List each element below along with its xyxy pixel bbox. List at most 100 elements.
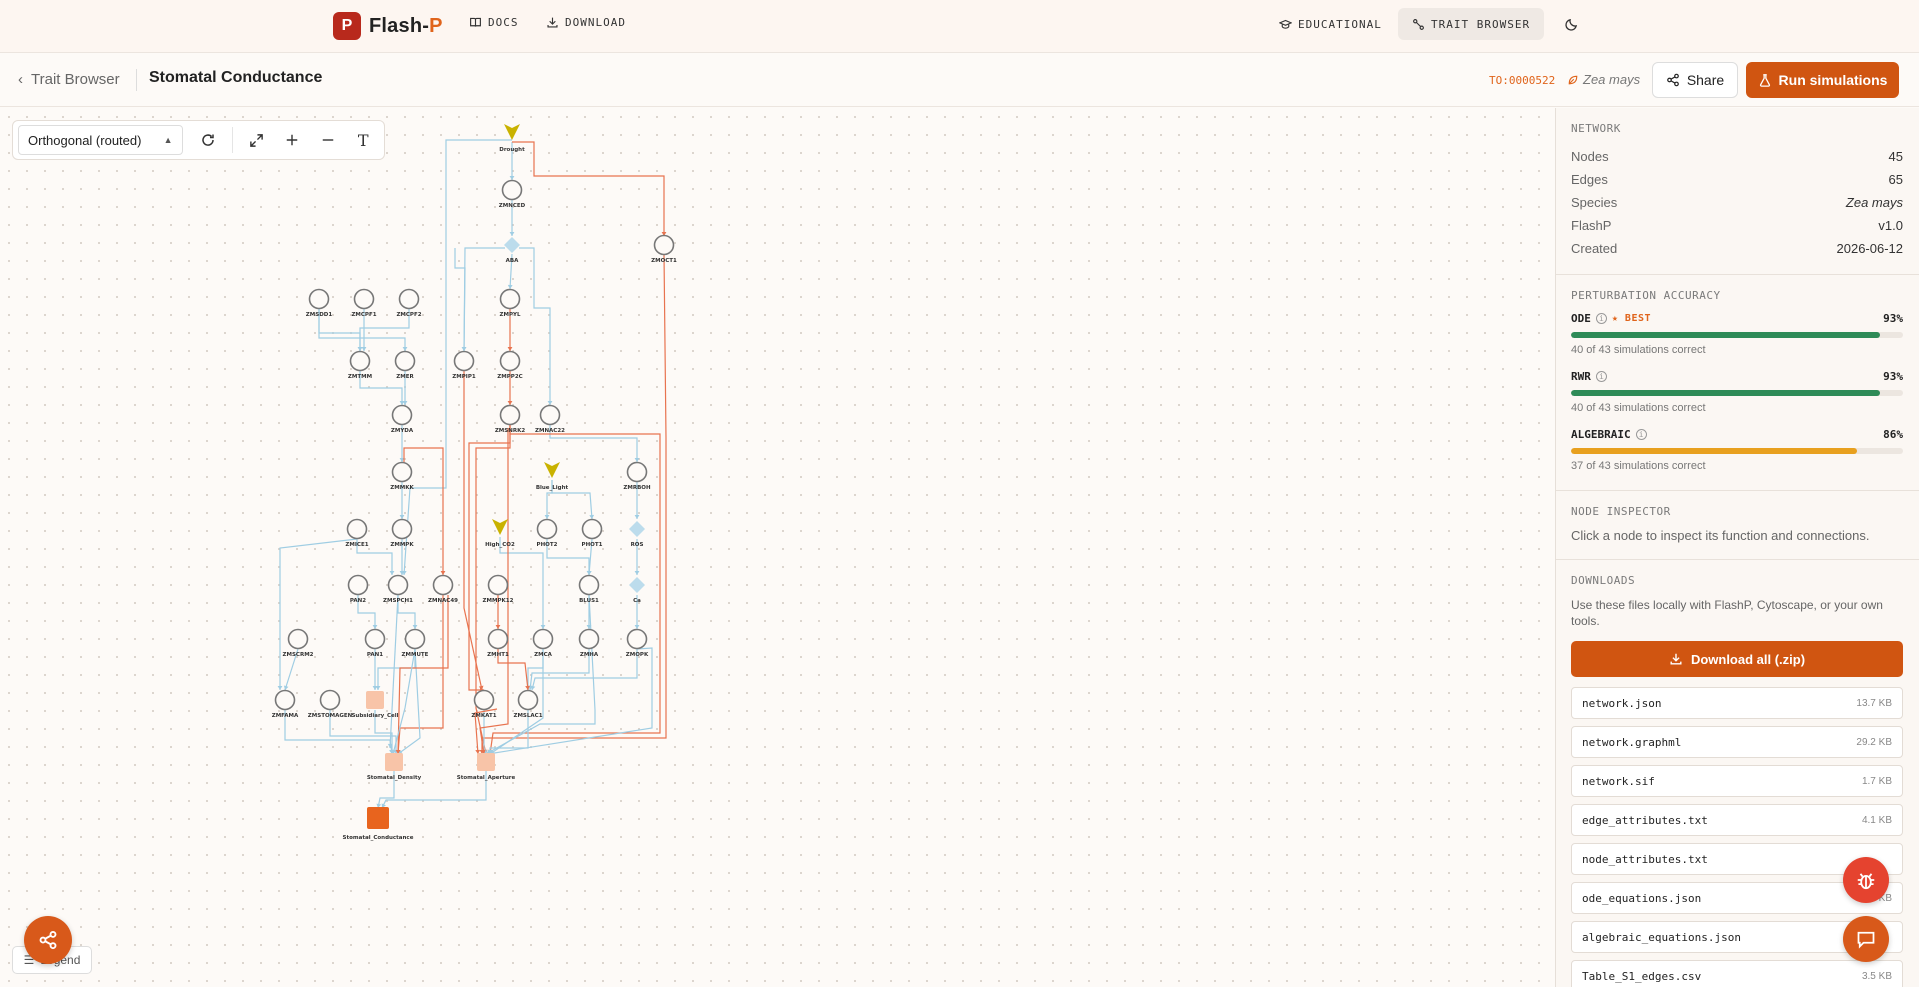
node-shape-gene[interactable] [487,574,509,596]
node-shape-gene[interactable] [499,350,521,372]
report-bug-button[interactable] [1843,857,1889,903]
info-icon[interactable]: i [1635,429,1647,440]
graph-node[interactable]: ZMFAMA [272,689,299,720]
node-shape-gene[interactable] [532,628,554,650]
node-shape-gene[interactable] [364,628,386,650]
nav-trait-browser[interactable]: TRAIT BROWSER [1398,8,1545,40]
node-shape-gene[interactable] [391,461,413,483]
graph-node[interactable]: ZMOPK [626,628,649,659]
graph-node[interactable]: ZMSNRK2 [495,404,526,435]
node-shape-gene[interactable] [517,689,539,711]
node-shape-gene[interactable] [501,179,523,201]
run-simulations-button[interactable]: Run simulations [1746,62,1899,98]
graph-node[interactable]: ZMSDD1 [306,288,333,319]
floating-share-button[interactable] [24,916,72,964]
node-shape-gene[interactable] [347,574,369,596]
graph-node[interactable]: High_CO2 [485,519,515,548]
node-shape-gene[interactable] [499,404,521,426]
graph-node[interactable]: ZMKAT1 [471,689,497,720]
graph-node[interactable]: ZMMPK12 [483,574,514,605]
download-file-item[interactable]: Table_S1_edges.csv 3.5 KB [1571,960,1903,987]
graph-node[interactable]: Stomatal_Conductance [343,807,414,841]
graph-node[interactable]: ZMHT1 [487,628,509,659]
graph-node[interactable]: ZMSLAC1 [513,689,543,720]
graph-node[interactable]: Drought [499,124,525,153]
node-shape-gene[interactable] [353,288,375,310]
graph-node[interactable]: ZMPYL [499,288,521,319]
graph-node[interactable]: ZMCA [532,628,554,659]
node-shape-metabolite[interactable] [629,577,645,593]
trait-id[interactable]: TO:0000522 [1489,74,1555,87]
graph-node[interactable]: ZMICE1 [345,518,369,549]
graph-node[interactable]: ZMYDA [391,404,414,435]
node-shape-gene[interactable] [473,689,495,711]
node-shape-gene[interactable] [581,518,603,540]
graph-node[interactable]: ZMER [394,350,416,381]
node-shape-gene[interactable] [453,350,475,372]
download-all-button[interactable]: Download all (.zip) [1571,641,1903,677]
node-shape-gene[interactable] [394,350,416,372]
graph-node[interactable]: Stomatal_Density [367,753,422,781]
node-shape-input[interactable] [544,462,560,478]
node-shape-gene[interactable] [274,689,296,711]
node-shape-gene[interactable] [578,628,600,650]
back-to-trait-browser[interactable]: ‹ Trait Browser [18,71,120,88]
graph-node[interactable]: ZMNAC49 [428,574,458,605]
layout-select[interactable]: Orthogonal (routed) ▲ [18,125,183,155]
graph-node[interactable]: Subsidiary_Cell [351,691,399,719]
refresh-layout-button[interactable] [193,125,225,155]
graph-node[interactable]: Ca [629,577,645,604]
graph-node[interactable]: ROS [629,521,645,548]
node-shape-phenotype[interactable] [385,753,403,771]
node-shape-gene[interactable] [487,628,509,650]
node-shape-input[interactable] [504,124,520,140]
graph-node[interactable]: ZMPIP1 [452,350,476,381]
graph-node[interactable]: ZMRBOH [623,461,651,492]
graph-node[interactable]: PHOT2 [537,518,558,549]
zoom-in-button[interactable] [276,125,308,155]
network-graph[interactable]: Drought ZMNCED ABA ZMOCT1 ZMSDD1 ZMCPF1 ZMCPF2… [0,108,1555,987]
node-shape-gene[interactable] [626,461,648,483]
graph-node[interactable]: ZMCPF1 [351,288,377,319]
graph-node[interactable]: PAN1 [364,628,386,659]
node-shape-input[interactable] [492,519,508,535]
node-shape-gene[interactable] [308,288,330,310]
download-file-item[interactable]: edge_attributes.txt 4.1 KB [1571,804,1903,836]
node-shape-gene[interactable] [287,628,309,650]
info-icon[interactable]: i [1595,371,1607,382]
nav-educational[interactable]: EDUCATIONAL [1265,8,1396,40]
nav-download[interactable]: DOWNLOAD [546,16,626,29]
node-shape-phenotype[interactable] [366,691,384,709]
download-file-item[interactable]: network.sif 1.7 KB [1571,765,1903,797]
nav-docs[interactable]: DOCS [469,16,519,29]
graph-node[interactable]: ZMSCRM2 [283,628,314,659]
node-shape-gene[interactable] [349,350,371,372]
node-shape-gene[interactable] [499,288,521,310]
theme-toggle[interactable] [1550,8,1593,40]
graph-node[interactable]: ZMSPCH1 [383,574,413,605]
node-shape-gene[interactable] [578,574,600,596]
graph-node[interactable]: BLUS1 [578,574,600,605]
graph-node[interactable]: ZMPP2C [497,350,523,381]
graph-node[interactable]: ZMTMM [348,350,372,381]
graph-node[interactable]: PHOT1 [581,518,603,549]
graph-node[interactable]: ZMOCT1 [651,234,677,265]
node-shape-gene[interactable] [398,288,420,310]
node-shape-gene[interactable] [626,628,648,650]
node-shape-gene[interactable] [319,689,341,711]
graph-node[interactable]: ZMNCED [499,179,526,210]
node-shape-gene[interactable] [391,404,413,426]
graph-node[interactable]: ZMCPF2 [396,288,422,319]
info-icon[interactable]: i [1595,313,1607,324]
graph-node[interactable]: ZMSTOMAGEN [308,689,353,720]
node-shape-gene[interactable] [346,518,368,540]
node-shape-phenotype[interactable] [477,753,495,771]
fit-view-button[interactable] [241,125,273,155]
node-shape-target[interactable] [367,807,389,829]
node-shape-gene[interactable] [653,234,675,256]
graph-node[interactable]: ZMHA [578,628,600,659]
graph-canvas[interactable]: Drought ZMNCED ABA ZMOCT1 ZMSDD1 ZMCPF1 ZMCPF2… [0,108,1555,987]
chat-button[interactable] [1843,916,1889,962]
zoom-out-button[interactable] [312,125,344,155]
graph-node[interactable]: ZMMUTE [402,628,429,659]
